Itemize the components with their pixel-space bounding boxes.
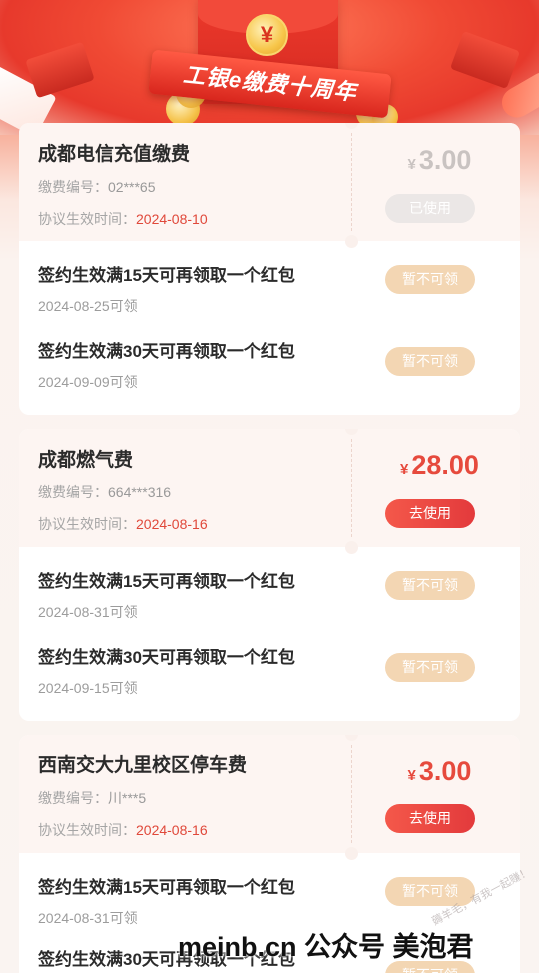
use-coupon-button[interactable]: 去使用 bbox=[385, 499, 475, 528]
payment-card: 成都电信充值缴费 缴费编号：02***65 协议生效时间：2024-08-10 … bbox=[19, 123, 520, 415]
card-header: 西南交大九里校区停车费 缴费编号：川***5 协议生效时间：2024-08-16… bbox=[19, 735, 520, 860]
not-claimable-button[interactable]: 暂不可领 bbox=[385, 653, 475, 682]
effective-date: 2024-08-16 bbox=[136, 516, 208, 532]
account-label: 缴费编号： bbox=[38, 790, 108, 806]
anniversary-banner: ¥ 工银e缴费十周年 bbox=[0, 0, 539, 135]
effective-date: 2024-08-16 bbox=[136, 822, 208, 838]
currency-symbol: ¥ bbox=[407, 767, 416, 784]
amount-value: 28.00 bbox=[411, 450, 479, 480]
card-header: 成都电信充值缴费 缴费编号：02***65 协议生效时间：2024-08-10 … bbox=[19, 123, 520, 248]
card-header: 成都燃气费 缴费编号：664***316 协议生效时间：2024-08-16 ¥… bbox=[19, 429, 520, 554]
account-number: 缴费编号：川***5 bbox=[38, 788, 146, 808]
account-value: 川***5 bbox=[108, 790, 147, 806]
effective-time: 协议生效时间：2024-08-10 bbox=[38, 209, 208, 229]
coupon-amount: ¥3.00 bbox=[359, 756, 520, 787]
task-date: 2024-08-31可领 bbox=[38, 604, 138, 620]
coupon-amount: ¥3.00 bbox=[359, 145, 520, 176]
effective-time: 协议生效时间：2024-08-16 bbox=[38, 820, 208, 840]
merchant-name: 成都电信充值缴费 bbox=[38, 144, 191, 165]
account-value: 664***316 bbox=[108, 484, 172, 500]
card-divider bbox=[351, 133, 352, 231]
task-date: 2024-09-09可领 bbox=[38, 374, 138, 390]
account-label: 缴费编号： bbox=[38, 484, 108, 500]
amount-value: 3.00 bbox=[418, 145, 472, 175]
effective-date: 2024-08-10 bbox=[136, 211, 208, 227]
card-divider bbox=[351, 439, 352, 537]
task-title: 签约生效满15天可再领取一个红包 bbox=[38, 572, 295, 591]
effective-label: 协议生效时间： bbox=[38, 822, 136, 838]
account-label: 缴费编号： bbox=[38, 179, 108, 195]
account-value: 02***65 bbox=[108, 179, 156, 195]
effective-label: 协议生效时间： bbox=[38, 211, 136, 227]
used-button[interactable]: 已使用 bbox=[385, 194, 475, 223]
account-number: 缴费编号：02***65 bbox=[38, 177, 156, 197]
not-claimable-button[interactable]: 暂不可领 bbox=[385, 347, 475, 376]
yuan-coin-icon: ¥ bbox=[246, 14, 288, 56]
card-notch bbox=[345, 429, 358, 435]
card-notch bbox=[345, 235, 358, 248]
card-notch bbox=[345, 847, 358, 860]
effective-label: 协议生效时间： bbox=[38, 516, 136, 532]
not-claimable-button[interactable]: 暂不可领 bbox=[385, 571, 475, 600]
amount-value: 3.00 bbox=[418, 756, 472, 786]
merchant-name: 西南交大九里校区停车费 bbox=[38, 755, 248, 776]
card-notch bbox=[345, 123, 358, 129]
payment-card: 成都燃气费 缴费编号：664***316 协议生效时间：2024-08-16 ¥… bbox=[19, 429, 520, 721]
task-title: 签约生效满30天可再领取一个红包 bbox=[38, 648, 295, 667]
task-title: 签约生效满15天可再领取一个红包 bbox=[38, 266, 295, 285]
merchant-name: 成都燃气费 bbox=[38, 450, 134, 471]
task-title: 签约生效满15天可再领取一个红包 bbox=[38, 878, 295, 897]
currency-symbol: ¥ bbox=[407, 156, 416, 173]
task-title: 签约生效满30天可再领取一个红包 bbox=[38, 342, 295, 361]
account-number: 缴费编号：664***316 bbox=[38, 482, 171, 502]
task-date: 2024-09-15可领 bbox=[38, 680, 138, 696]
card-notch bbox=[345, 541, 358, 554]
effective-time: 协议生效时间：2024-08-16 bbox=[38, 514, 208, 534]
not-claimable-button[interactable]: 暂不可领 bbox=[385, 265, 475, 294]
site-watermark: meinb.cn 公众号 美泡君 bbox=[178, 932, 474, 962]
card-divider bbox=[351, 745, 352, 843]
card-notch bbox=[345, 735, 358, 741]
currency-symbol: ¥ bbox=[400, 461, 409, 478]
task-date: 2024-08-31可领 bbox=[38, 910, 138, 926]
use-coupon-button[interactable]: 去使用 bbox=[385, 804, 475, 833]
coupon-amount: ¥28.00 bbox=[359, 450, 520, 481]
task-date: 2024-08-25可领 bbox=[38, 298, 138, 314]
